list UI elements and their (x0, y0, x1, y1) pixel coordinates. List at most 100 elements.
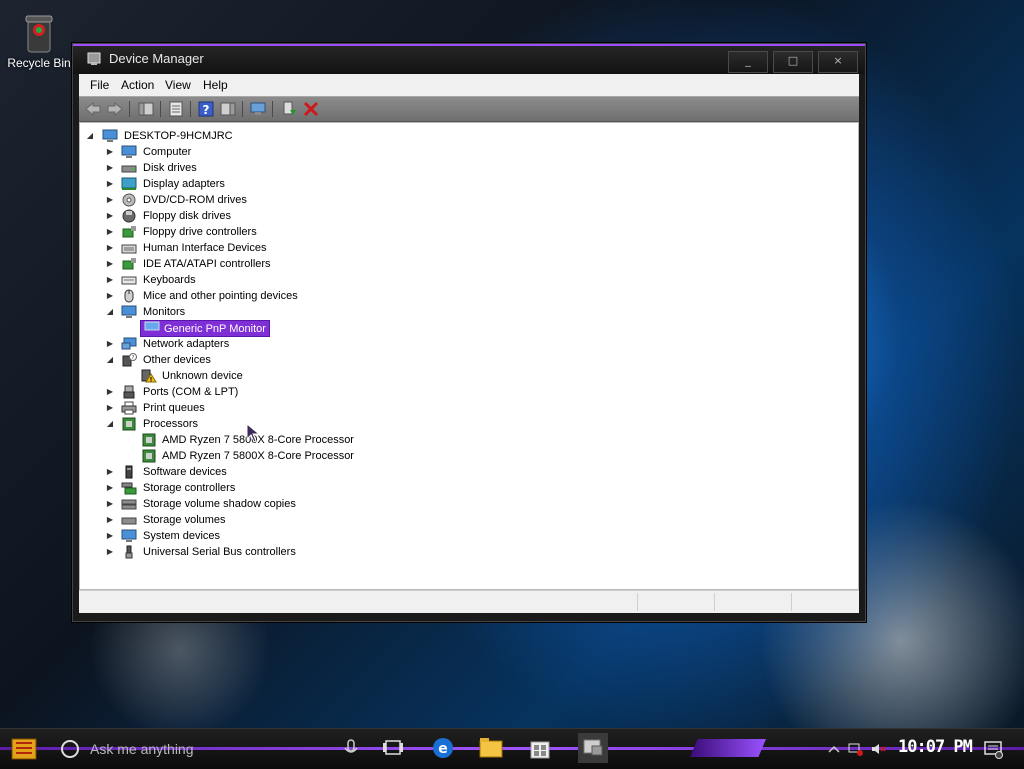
tree-item-label: Unknown device (162, 370, 243, 382)
network-disconnected-icon[interactable] (848, 741, 864, 757)
close-button[interactable]: × (818, 51, 858, 73)
svg-text:?: ? (132, 355, 135, 361)
help-icon[interactable]: ? (197, 100, 215, 118)
menu-action[interactable]: Action (121, 78, 154, 92)
status-bar (79, 590, 859, 613)
tree-item-label: Processors (143, 418, 199, 430)
collapse-arrow-icon[interactable]: ◢ (105, 304, 115, 320)
menu-bar: File Action View Help (79, 74, 859, 96)
volume-muted-icon[interactable] (870, 741, 886, 757)
start-button-icon[interactable] (10, 736, 38, 762)
expand-arrow-icon[interactable]: ▶ (105, 240, 115, 256)
expand-arrow-icon[interactable]: ▶ (105, 224, 115, 240)
taskbar-clock[interactable]: 10:07 PM (898, 737, 973, 757)
warning-icon: ! (141, 369, 157, 384)
menu-file[interactable]: File (90, 78, 109, 92)
collapse-arrow-icon[interactable]: ◢ (85, 128, 95, 144)
port-icon (121, 385, 137, 399)
toolbar-separator (272, 101, 273, 117)
expand-arrow-icon[interactable]: ▶ (105, 256, 115, 272)
tree-item-label: Network adapters (143, 338, 230, 350)
expand-arrow-icon[interactable]: ▶ (105, 400, 115, 416)
device-manager-app-icon (87, 52, 101, 66)
expand-arrow-icon[interactable]: ▶ (105, 208, 115, 224)
title-bar[interactable]: Device Manager _ □ × (73, 44, 865, 74)
tree-item-label: Monitors (143, 306, 186, 318)
collapse-arrow-icon[interactable]: ◢ (105, 352, 115, 368)
update-driver-icon[interactable] (280, 100, 298, 118)
recycle-bin-label: Recycle Bin (7, 56, 71, 70)
tree-item-label: Computer (143, 146, 192, 158)
device-manager-taskbar-icon[interactable] (578, 733, 608, 763)
expand-arrow-icon[interactable]: ▶ (105, 176, 115, 192)
taskbar-decoration (690, 739, 766, 757)
search-input[interactable] (88, 737, 332, 761)
unknown-device-icon: ? (121, 353, 137, 367)
expand-arrow-icon[interactable]: ▶ (105, 336, 115, 352)
computer-icon (102, 129, 118, 143)
recycle-bin-shortcut[interactable]: Recycle Bin (6, 8, 72, 70)
expand-arrow-icon[interactable]: ▶ (105, 480, 115, 496)
tree-item-label: Floppy drive controllers (143, 226, 257, 238)
properties-icon[interactable] (167, 100, 185, 118)
expand-arrow-icon[interactable]: ▶ (105, 272, 115, 288)
menu-help[interactable]: Help (203, 78, 228, 92)
expand-arrow-icon[interactable]: ▶ (105, 288, 115, 304)
hid-keyboard-icon (121, 241, 137, 255)
expand-arrow-icon[interactable]: ▶ (105, 160, 115, 176)
tree-item-label: Storage controllers (143, 482, 236, 494)
cortana-icon[interactable] (61, 740, 79, 758)
action-pane-icon[interactable] (219, 100, 237, 118)
device-tree[interactable]: ◢ DESKTOP-9HCMJRC ▶ Computer ▶ Disk driv… (79, 122, 859, 590)
minimize-button[interactable]: _ (728, 51, 768, 73)
file-explorer-icon[interactable] (478, 735, 504, 761)
processor-icon (141, 449, 157, 463)
uninstall-device-icon[interactable] (302, 100, 320, 118)
tree-item-label: IDE ATA/ATAPI controllers (143, 258, 271, 270)
expand-arrow-icon[interactable]: ▶ (105, 464, 115, 480)
edge-browser-icon[interactable]: e (430, 735, 456, 761)
monitor-icon (121, 305, 137, 319)
selected-item-highlight: Generic PnP Monitor (140, 320, 270, 337)
tree-item-label: Software devices (143, 466, 227, 478)
forward-arrow-icon[interactable] (106, 100, 124, 118)
tree-root-label: DESKTOP-9HCMJRC (124, 130, 233, 142)
disk-drive-icon (121, 497, 137, 511)
controller-icon (121, 257, 137, 271)
expand-arrow-icon[interactable]: ▶ (105, 192, 115, 208)
software-device-icon (121, 465, 137, 479)
show-hide-console-tree-icon[interactable] (137, 100, 155, 118)
recycle-bin-icon (22, 8, 56, 54)
processor-icon (141, 433, 157, 447)
task-view-icon[interactable] (380, 735, 406, 761)
expand-arrow-icon[interactable]: ▶ (105, 384, 115, 400)
menu-view[interactable]: View (165, 78, 191, 92)
maximize-button[interactable]: □ (773, 51, 813, 73)
back-arrow-icon[interactable] (84, 100, 102, 118)
expand-arrow-icon[interactable]: ▶ (105, 544, 115, 560)
expand-arrow-icon[interactable]: ▶ (105, 528, 115, 544)
scan-for-hardware-changes-icon[interactable] (249, 100, 267, 118)
usb-icon (121, 545, 137, 559)
tree-item-label: AMD Ryzen 7 5800X 8-Core Processor (162, 450, 354, 462)
dvd-drive-icon (121, 193, 137, 207)
taskbar: e 10:07 PM (0, 728, 1024, 769)
device-manager-window: Device Manager _ □ × File Action View He… (72, 43, 866, 622)
action-center-icon[interactable] (984, 741, 1003, 759)
expand-arrow-icon[interactable]: ▶ (105, 512, 115, 528)
mouse-icon (121, 289, 137, 303)
expand-arrow-icon[interactable]: ▶ (105, 496, 115, 512)
microphone-icon[interactable] (338, 735, 364, 761)
printer-icon (121, 401, 137, 415)
storage-controller-icon (121, 481, 137, 495)
expand-arrow-icon[interactable]: ▶ (105, 144, 115, 160)
collapse-arrow-icon[interactable]: ◢ (105, 416, 115, 432)
tree-item-label: DVD/CD-ROM drives (143, 194, 247, 206)
tree-item-label: Human Interface Devices (143, 242, 267, 254)
processor-icon (121, 417, 137, 431)
toolbar: ? (79, 96, 859, 122)
toolbar-separator (160, 101, 161, 117)
store-icon[interactable] (527, 735, 553, 761)
show-hidden-icons-chevron-icon[interactable] (826, 741, 842, 757)
tree-item-label: Ports (COM & LPT) (143, 386, 239, 398)
